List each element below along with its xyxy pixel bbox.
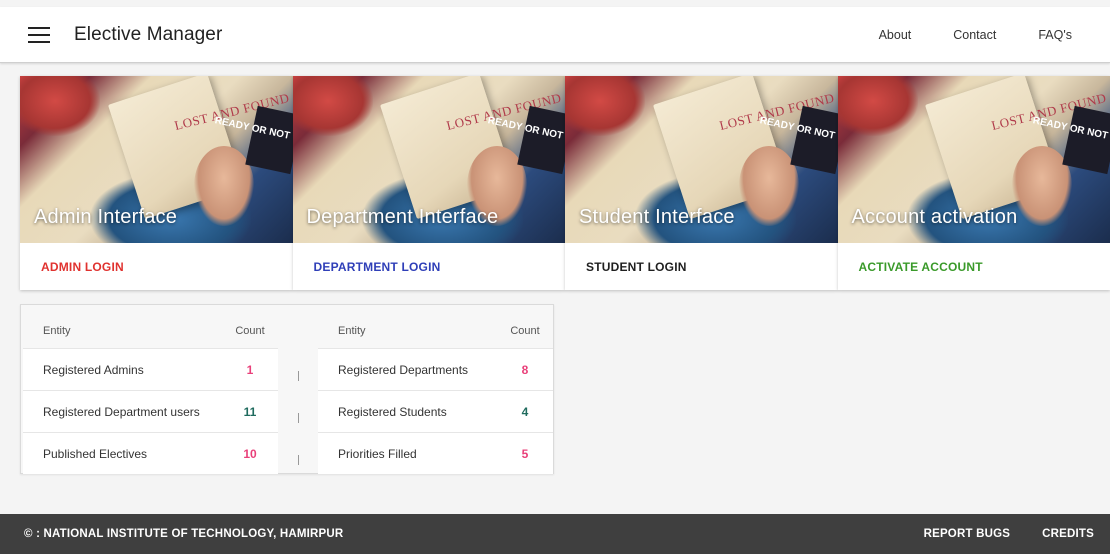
activate-account-button[interactable]: ACTIVATE ACCOUNT [838, 243, 1110, 290]
column-divider [298, 413, 299, 423]
credits-link[interactable]: CREDITS [1042, 528, 1094, 540]
top-nav: About Contact FAQ's [837, 28, 1110, 42]
card-title: Department Interface [306, 206, 499, 228]
card-student: LOST AND FOUND READY OR NOT Student Inte… [565, 76, 838, 290]
admin-login-button[interactable]: ADMIN LOGIN [20, 243, 293, 290]
column-divider [298, 455, 299, 465]
menu-icon[interactable] [28, 26, 50, 43]
footer-links: REPORT BUGS CREDITS [892, 528, 1110, 540]
stats-table-right: Entity Count Registered Departments 8 Re… [318, 313, 553, 475]
footer: © : NATIONAL INSTITUTE OF TECHNOLOGY, HA… [0, 514, 1110, 554]
card-image: LOST AND FOUND READY OR NOT Account acti… [837, 76, 1110, 243]
nav-faq[interactable]: FAQ's [1038, 28, 1072, 42]
table-row: Priorities Filled 5 [318, 433, 553, 475]
card-image: LOST AND FOUND READY OR NOT Student Inte… [565, 76, 838, 243]
table-header: Entity Count [23, 313, 278, 349]
card-title: Student Interface [579, 206, 735, 228]
card-activation: LOST AND FOUND READY OR NOT Account acti… [837, 76, 1110, 290]
statistics-panel: Entity Count Registered Admins 1 Registe… [20, 304, 554, 475]
card-department: LOST AND FOUND READY OR NOT Department I… [292, 76, 566, 290]
table-row: Published Electives 10 [23, 433, 278, 475]
footer-copyright: © : NATIONAL INSTITUTE OF TECHNOLOGY, HA… [24, 528, 344, 540]
nav-about[interactable]: About [879, 28, 912, 42]
table-row: Registered Students 4 [318, 391, 553, 433]
table-header: Entity Count [318, 313, 553, 349]
card-title: Account activation [851, 206, 1018, 228]
nav-contact[interactable]: Contact [953, 28, 996, 42]
table-row: Registered Admins 1 [23, 349, 278, 391]
stats-table-left: Entity Count Registered Admins 1 Registe… [23, 313, 278, 475]
department-login-button[interactable]: DEPARTMENT LOGIN [293, 243, 566, 290]
student-login-button[interactable]: STUDENT LOGIN [565, 243, 838, 290]
card-image: LOST AND FOUND READY OR NOT Admin Interf… [20, 76, 293, 243]
app-title: Elective Manager [74, 23, 223, 45]
card-admin: LOST AND FOUND READY OR NOT Admin Interf… [20, 76, 293, 290]
report-bugs-link[interactable]: REPORT BUGS [924, 528, 1011, 540]
card-image: LOST AND FOUND READY OR NOT Department I… [292, 76, 565, 243]
table-row: Registered Departments 8 [318, 349, 553, 391]
top-app-bar: Elective Manager About Contact FAQ's [0, 7, 1110, 63]
column-divider [298, 371, 299, 381]
table-row: Registered Department users 11 [23, 391, 278, 433]
card-title: Admin Interface [34, 206, 178, 228]
interface-cards: LOST AND FOUND READY OR NOT Admin Interf… [20, 76, 1110, 292]
